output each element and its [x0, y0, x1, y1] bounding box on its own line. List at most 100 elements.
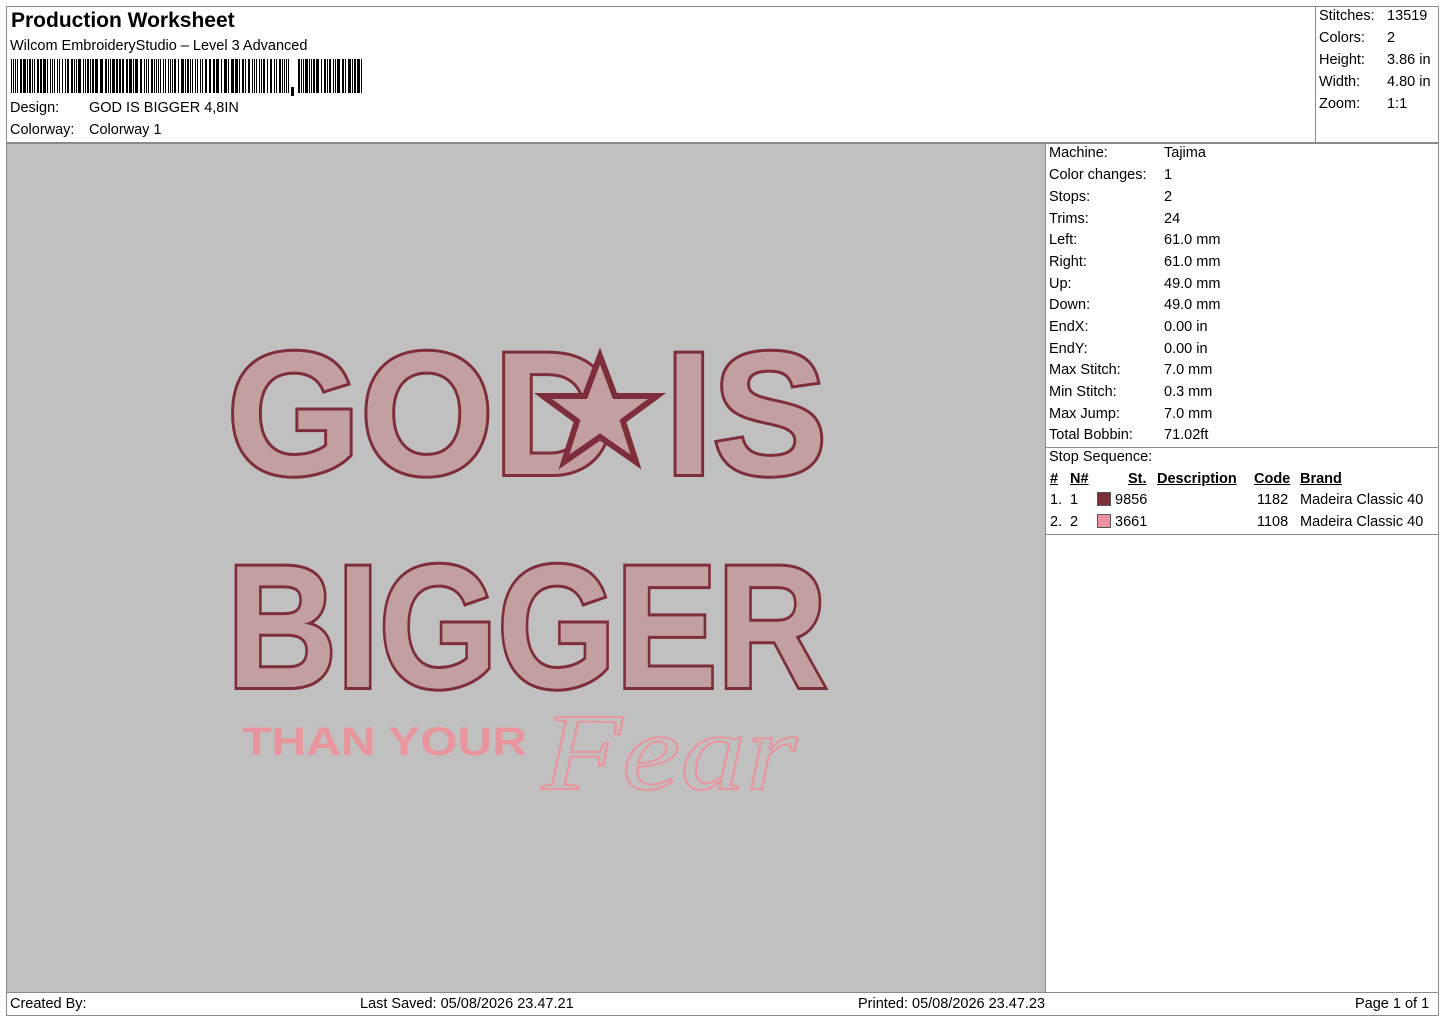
barcode-bar	[174, 59, 176, 93]
barcode-bar	[263, 59, 265, 93]
barcode-bar	[172, 59, 173, 93]
barcode-bar	[47, 59, 48, 93]
barcode-bar	[270, 59, 272, 93]
barcode-bar	[71, 59, 73, 93]
design-canvas[interactable]: GOD IS BIGGER THAN YOUR Fear	[6, 143, 1046, 993]
printed-date: Printed: 05/08/2026 23.47.23	[858, 996, 1046, 1012]
color-swatch	[1097, 492, 1111, 506]
barcode-bar	[163, 59, 164, 93]
barcode-bar	[156, 59, 157, 93]
barcode-bar	[76, 59, 77, 93]
barcode-bar	[192, 59, 193, 93]
barcode-bar	[74, 59, 75, 93]
design-label: Design:	[10, 100, 60, 116]
barcode-bar	[352, 59, 353, 93]
barcode-bar	[335, 59, 336, 93]
barcode-bar	[43, 59, 46, 93]
last-saved: Last Saved: 05/08/2026 23.47.21	[360, 996, 574, 1012]
barcode-bar	[298, 59, 300, 93]
barcode-bar	[190, 59, 191, 93]
barcode-bar	[254, 59, 255, 93]
barcode-bar	[133, 59, 134, 93]
created-by: Created By:	[10, 996, 87, 1012]
stat-width: Width: 4.80 in	[1319, 74, 1431, 90]
barcode-bar	[248, 59, 250, 93]
barcode-bar	[151, 59, 153, 93]
barcode-bar	[185, 59, 186, 93]
barcode-bar	[200, 59, 201, 93]
barcode-bar	[40, 59, 42, 93]
barcode-bar	[29, 59, 31, 93]
embroidery-design: GOD IS BIGGER THAN YOUR Fear	[224, 314, 830, 814]
info-max-jump: Max Jump: 7.0 mm	[1049, 406, 1213, 422]
svg-text:Fear: Fear	[541, 691, 799, 813]
info-total-bobbin: Total Bobbin: 71.02ft	[1049, 427, 1209, 443]
barcode-bar	[119, 59, 121, 93]
barcode-bar	[311, 59, 312, 93]
barcode-bar	[140, 59, 142, 93]
barcode-bar	[267, 59, 268, 93]
colorway-value: Colorway 1	[89, 122, 162, 138]
barcode-bar	[301, 59, 302, 93]
info-stops: Stops: 2	[1049, 189, 1173, 205]
barcode-bar	[122, 59, 124, 93]
barcode-bar	[90, 59, 91, 93]
barcode-bar	[95, 59, 98, 93]
barcode-bar	[321, 59, 322, 93]
barcode-bar	[259, 59, 260, 93]
col-header-stitches: St.	[1128, 471, 1147, 487]
design-script-fear: Fear	[540, 690, 800, 814]
col-header-code: Code	[1254, 471, 1291, 487]
info-up: Up: 49.0 mm	[1049, 276, 1221, 292]
barcode-bar	[216, 59, 219, 93]
barcode-bar	[13, 59, 14, 93]
colorway-row: Colorway: Colorway 1	[10, 122, 162, 138]
barcode-bar	[27, 59, 28, 93]
barcode-bar	[78, 59, 81, 93]
barcode-bar	[32, 59, 33, 93]
barcode-bar	[348, 59, 351, 93]
barcode-bar	[15, 59, 16, 93]
stop-sequence-title: Stop Sequence:	[1049, 449, 1153, 465]
barcode-bar	[129, 59, 132, 93]
barcode-bar	[105, 59, 107, 93]
stat-height: Height: 3.86 in	[1319, 52, 1431, 68]
barcode-bar	[316, 59, 319, 93]
barcode-bar	[279, 59, 281, 93]
col-header-num: #	[1050, 471, 1059, 487]
barcode-bar	[154, 59, 155, 93]
stat-stitches: Stitches: 13519	[1319, 8, 1428, 24]
page-number: Page 1 of 1	[1355, 996, 1430, 1012]
barcode-bar	[342, 59, 344, 93]
barcode-bar	[333, 59, 334, 93]
barcode-bar	[361, 59, 362, 93]
stat-colors: Colors: 2	[1319, 30, 1396, 46]
barcode-bar	[168, 59, 169, 93]
svg-text:THAN YOUR: THAN YOUR	[242, 720, 527, 764]
barcode-comma	[291, 87, 294, 96]
barcode-bar	[110, 59, 111, 93]
barcode-bar	[23, 59, 26, 93]
barcode-bar	[158, 59, 159, 93]
col-header-description: Description	[1157, 471, 1237, 487]
color-swatch	[1097, 514, 1111, 528]
barcode-bar	[67, 59, 69, 93]
barcode-bar	[54, 59, 55, 93]
info-trims: Trims: 24	[1049, 211, 1181, 227]
barcode-bar	[135, 59, 138, 93]
info-machine: Machine: Tajima	[1049, 145, 1206, 161]
barcode-bar	[165, 59, 166, 93]
barcode-bar	[305, 59, 308, 93]
barcode-bar	[87, 59, 89, 93]
barcode-bar	[83, 59, 84, 93]
software-name: Wilcom EmbroideryStudio – Level 3 Advanc…	[10, 38, 308, 54]
divider	[1046, 534, 1438, 535]
barcode-bar	[181, 59, 184, 93]
barcode-bar	[284, 59, 285, 93]
col-header-needle: N#	[1070, 471, 1089, 487]
barcode-bar	[146, 59, 147, 93]
barcode-bar	[100, 59, 103, 93]
barcode-bar	[252, 59, 253, 93]
barcode-bar	[144, 59, 145, 93]
barcode-bar	[286, 59, 287, 93]
